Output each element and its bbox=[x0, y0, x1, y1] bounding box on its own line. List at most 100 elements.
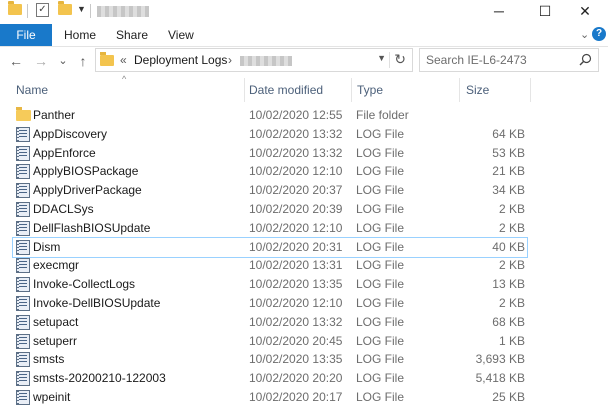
table-row[interactable]: setupact 10/02/2020 13:32 LOG File 68 KB bbox=[13, 313, 527, 332]
table-row[interactable]: Panther 10/02/2020 12:55 File folder bbox=[13, 106, 527, 125]
table-row[interactable]: Invoke-CollectLogs 10/02/2020 13:35 LOG Fi… bbox=[13, 275, 527, 294]
minimize-button[interactable]: ─ bbox=[476, 0, 522, 22]
table-row[interactable]: smsts 10/02/2020 13:35 LOG File 3,693 KB bbox=[13, 350, 527, 369]
breadcrumb-overflow[interactable]: « bbox=[120, 53, 127, 67]
log-file-icon bbox=[16, 220, 30, 236]
table-row[interactable]: DDACLSys 10/02/2020 20:39 LOG File 2 KB bbox=[13, 200, 527, 219]
log-file-icon bbox=[16, 126, 30, 142]
up-button[interactable]: ↑ bbox=[75, 52, 91, 70]
search-box bbox=[419, 48, 599, 72]
file-name: ApplyDriverPackage bbox=[33, 183, 142, 198]
file-size: 2 KB bbox=[498, 220, 525, 235]
column-header-name[interactable]: Name bbox=[16, 78, 48, 102]
column-header-date[interactable]: Date modified bbox=[249, 78, 323, 102]
file-date-modified: 10/02/2020 12:10 bbox=[249, 164, 343, 179]
tab-home[interactable]: Home bbox=[64, 24, 96, 46]
column-header-type[interactable]: Type bbox=[357, 78, 383, 102]
file-type: LOG File bbox=[356, 296, 405, 310]
properties-checkbox-icon[interactable]: ✓ bbox=[36, 3, 49, 17]
column-divider[interactable] bbox=[351, 78, 352, 102]
table-row[interactable]: execmgr 10/02/2020 13:31 LOG File 2 KB bbox=[13, 256, 527, 275]
tab-share[interactable]: Share bbox=[116, 24, 148, 46]
help-icon[interactable]: ? bbox=[592, 27, 606, 41]
log-file-icon bbox=[16, 352, 30, 368]
column-divider[interactable] bbox=[244, 78, 245, 102]
file-type: File folder bbox=[356, 108, 409, 122]
table-row[interactable]: ApplyBIOSPackage 10/02/2020 12:10 LOG File… bbox=[13, 162, 527, 181]
refresh-icon[interactable]: ↻ bbox=[394, 51, 406, 68]
table-row[interactable]: smsts-20200210-122003 10/02/2020 20:20 LOG… bbox=[13, 369, 527, 388]
file-name: Dism bbox=[33, 239, 61, 254]
file-date-modified: 10/02/2020 20:17 bbox=[249, 390, 343, 404]
log-file-icon bbox=[16, 277, 30, 293]
file-type: LOG File bbox=[356, 352, 405, 367]
quick-access-dropdown-icon[interactable]: ▼ bbox=[77, 4, 86, 14]
file-name: smsts bbox=[33, 352, 65, 367]
file-name: setupact bbox=[33, 314, 79, 329]
file-size: 21 KB bbox=[492, 164, 525, 179]
file-size: 64 KB bbox=[492, 126, 525, 141]
breadcrumb-deployment-logs[interactable]: Deployment Logs bbox=[134, 53, 227, 67]
search-icon[interactable] bbox=[579, 53, 592, 66]
table-row[interactable]: setuperr 10/02/2020 20:45 LOG File 1 KB bbox=[13, 332, 527, 351]
log-file-icon bbox=[16, 333, 30, 349]
file-size: 25 KB bbox=[492, 390, 525, 404]
file-size: 5,418 KB bbox=[475, 371, 525, 386]
file-date-modified: 10/02/2020 20:45 bbox=[249, 333, 343, 348]
log-file-icon bbox=[16, 296, 30, 311]
table-row[interactable]: DellFlashBIOSUpdate 10/02/2020 12:10 LOG F… bbox=[13, 219, 527, 238]
column-header-size[interactable]: Size bbox=[466, 78, 489, 102]
address-dropdown-icon[interactable]: ▼ bbox=[377, 53, 386, 63]
address-divider bbox=[389, 52, 390, 68]
file-size: 1 KB bbox=[498, 333, 525, 348]
close-button[interactable]: ✕ bbox=[562, 0, 608, 22]
file-name: execmgr bbox=[33, 258, 80, 273]
file-type: LOG File bbox=[356, 239, 405, 254]
file-name: smsts-20200210-122003 bbox=[33, 371, 166, 386]
file-type: LOG File bbox=[356, 258, 405, 273]
file-type: LOG File bbox=[356, 371, 405, 386]
file-name: Invoke-CollectLogs bbox=[33, 277, 136, 292]
column-divider[interactable] bbox=[530, 78, 531, 102]
file-size: 40 KB bbox=[492, 239, 525, 254]
new-folder-icon[interactable] bbox=[58, 1, 72, 15]
table-row[interactable]: AppDiscovery 10/02/2020 13:32 LOG File 64 K… bbox=[13, 125, 527, 144]
breadcrumb-separator-icon[interactable]: › bbox=[228, 53, 232, 67]
table-row[interactable]: AppEnforce 10/02/2020 13:32 LOG File 53 KB bbox=[13, 144, 527, 163]
file-size: 2 KB bbox=[498, 296, 525, 310]
log-file-icon bbox=[16, 145, 30, 161]
file-date-modified: 10/02/2020 12:10 bbox=[249, 296, 343, 310]
back-button[interactable]: ← bbox=[8, 52, 24, 70]
log-file-icon bbox=[16, 183, 30, 199]
table-row-selected[interactable]: Dism 10/02/2020 20:31 LOG File 40 KB bbox=[12, 236, 528, 258]
search-input[interactable] bbox=[426, 52, 576, 68]
file-name: DellFlashBIOSUpdate bbox=[33, 220, 151, 235]
file-date-modified: 10/02/2020 12:55 bbox=[249, 108, 343, 122]
tab-view[interactable]: View bbox=[168, 24, 194, 46]
file-name: ApplyBIOSPackage bbox=[33, 164, 139, 179]
column-divider[interactable] bbox=[459, 78, 460, 102]
file-type: LOG File bbox=[356, 183, 405, 198]
file-size: 2 KB bbox=[498, 258, 525, 273]
table-row[interactable]: Invoke-DellBIOSUpdate 10/02/2020 12:10 LOG… bbox=[13, 294, 527, 313]
file-type: LOG File bbox=[356, 314, 405, 329]
tab-file[interactable]: File bbox=[0, 24, 52, 46]
table-row[interactable]: wpeinit 10/02/2020 20:17 LOG File 25 KB bbox=[13, 388, 527, 407]
ribbon-tabs: File Home Share View ⌄ ? bbox=[0, 24, 608, 47]
file-type: LOG File bbox=[356, 164, 405, 179]
recent-locations-button[interactable]: ⌄ bbox=[55, 52, 71, 70]
title-bar: ✓ ▼ ─ ☐ ✕ bbox=[0, 0, 608, 24]
log-file-icon bbox=[16, 390, 30, 405]
redacted-breadcrumb[interactable] bbox=[240, 56, 292, 66]
forward-button[interactable]: → bbox=[33, 52, 49, 70]
file-name: wpeinit bbox=[33, 390, 71, 404]
expand-ribbon-icon[interactable]: ⌄ bbox=[580, 28, 589, 41]
file-name: Panther bbox=[33, 108, 76, 122]
file-type: LOG File bbox=[356, 220, 405, 235]
file-size: 53 KB bbox=[492, 145, 525, 160]
file-size: 34 KB bbox=[492, 183, 525, 198]
file-date-modified: 10/02/2020 13:32 bbox=[249, 145, 343, 160]
address-bar[interactable]: « Deployment Logs › ▼ ↻ bbox=[95, 48, 413, 72]
table-row[interactable]: ApplyDriverPackage 10/02/2020 20:37 LOG Fi… bbox=[13, 181, 527, 200]
folder-icon bbox=[8, 1, 22, 15]
